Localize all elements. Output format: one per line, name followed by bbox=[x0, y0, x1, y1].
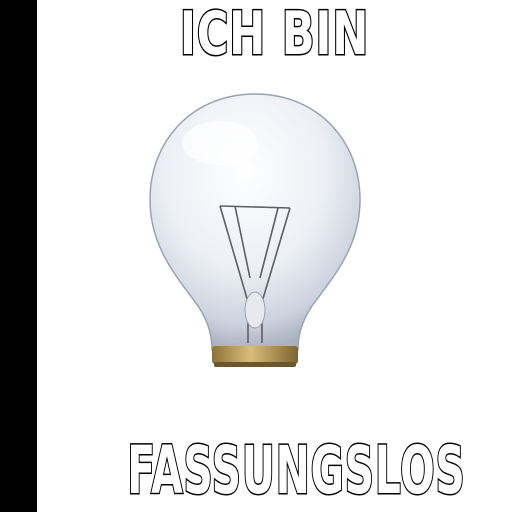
bottom-caption: FASSUNGSLOS bbox=[126, 432, 466, 509]
top-caption: ICH BIN bbox=[179, 0, 370, 69]
left-border-bar bbox=[0, 0, 37, 512]
glass-stem bbox=[244, 291, 266, 329]
bulb-highlight bbox=[182, 121, 258, 165]
light-bulb-icon bbox=[149, 93, 361, 367]
meme-canvas: ICH BIN FASSUNGSLOS bbox=[0, 0, 512, 512]
bulb-base bbox=[212, 346, 298, 364]
